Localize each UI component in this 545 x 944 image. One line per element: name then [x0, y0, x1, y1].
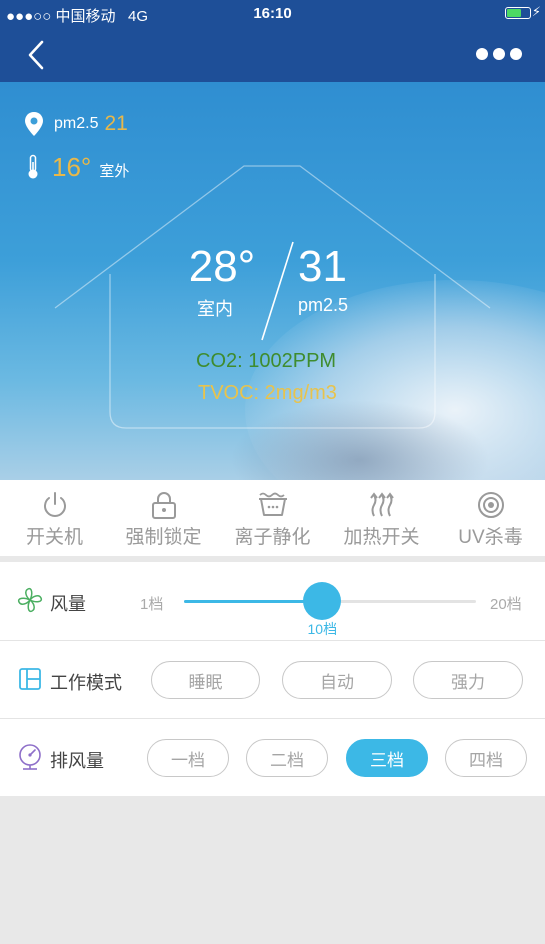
- tvoc-reading: TVOC: 2mg/m3: [198, 382, 337, 404]
- status-time: 16:10: [253, 5, 292, 22]
- tool-lock[interactable]: 强制锁定: [109, 480, 218, 556]
- outdoor-temp-value: 16°: [52, 151, 92, 182]
- mode-icon: [19, 668, 41, 690]
- fan-speed-row: 风量 1档 10档 20档: [0, 562, 545, 640]
- power-icon: [43, 492, 66, 517]
- house-outline-graphic: [54, 165, 491, 429]
- tool-heat[interactable]: 加热开关: [327, 480, 436, 556]
- chevron-left-icon[interactable]: [24, 38, 54, 72]
- exhaust-level-4-button[interactable]: 四档: [445, 739, 527, 777]
- exhaust-level-2-button[interactable]: 二档: [246, 739, 328, 777]
- mode-auto-button[interactable]: 自动: [282, 661, 392, 699]
- indoor-pm-label: pm2.5: [298, 295, 349, 315]
- slider-min-label: 1档: [140, 596, 164, 613]
- thermometer-icon: [28, 154, 38, 179]
- outdoor-pm-label: pm2.5: [54, 115, 99, 132]
- tool-label: 离子静化: [234, 527, 311, 548]
- tool-label: 加热开关: [343, 527, 420, 548]
- slider-value-label: 10档: [307, 621, 338, 637]
- co2-reading: CO2: 1002PPM: [196, 350, 337, 372]
- location-pin-icon: [25, 112, 43, 136]
- tool-label: 强制锁定: [125, 527, 202, 548]
- status-bar: ●●●○○ 中国移动 4G 16:10 ⚡: [0, 0, 545, 28]
- tool-label: UV杀毒: [458, 527, 523, 548]
- exhaust-row: 排风量 一档 二档 三档 四档: [0, 718, 545, 796]
- fan-icon: [17, 587, 43, 613]
- tool-label: 开关机: [25, 527, 83, 548]
- mode-sleep-button[interactable]: 睡眠: [151, 661, 260, 699]
- indoor-temp-label: 室内: [197, 299, 233, 319]
- outdoor-temp: 16° 室外: [26, 150, 129, 184]
- exhaust-label: 排风量: [50, 751, 104, 771]
- outdoor-pm-value: 21: [104, 112, 128, 135]
- mode-strong-button[interactable]: 强力: [413, 661, 523, 699]
- tool-ion[interactable]: 离子静化: [218, 480, 327, 556]
- work-mode-row: 工作模式 睡眠 自动 强力: [0, 640, 545, 718]
- charging-icon: ⚡: [531, 4, 541, 19]
- slider-max-label: 20档: [490, 596, 522, 613]
- work-mode-label: 工作模式: [50, 673, 122, 693]
- battery-icon: [505, 7, 531, 19]
- outdoor-temp-label: 室外: [99, 162, 130, 180]
- uv-icon: [477, 492, 504, 518]
- empty-area: [0, 796, 545, 944]
- exhaust-level-3-button[interactable]: 三档: [346, 739, 428, 777]
- air-quality-hero: pm2.5 21 16° 室外 28° 室内 31 pm2.5 CO2: 100…: [0, 82, 545, 480]
- tool-power[interactable]: 开关机: [0, 480, 109, 556]
- gauge-icon: [19, 744, 41, 770]
- ion-purify-icon: [258, 492, 287, 516]
- outdoor-pm: pm2.5 21: [24, 110, 128, 138]
- tool-uv[interactable]: UV杀毒: [436, 480, 545, 556]
- slider-fill: [184, 600, 323, 603]
- nav-bar: [0, 28, 545, 82]
- heat-icon: [369, 492, 394, 517]
- lock-icon: [151, 492, 176, 519]
- fan-speed-label: 风量: [50, 594, 86, 614]
- slider-thumb[interactable]: [303, 582, 342, 620]
- indoor-temp-value: 28°: [188, 242, 256, 291]
- function-toolbar: 开关机 强制锁定 离子静化 加热开关 UV杀毒: [0, 480, 545, 556]
- indoor-pm-value: 31: [298, 242, 347, 291]
- more-dots-icon[interactable]: [475, 46, 523, 62]
- exhaust-level-1-button[interactable]: 一档: [147, 739, 229, 777]
